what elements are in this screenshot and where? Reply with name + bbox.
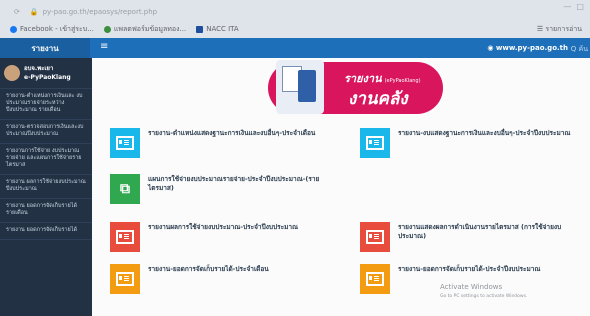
watermark-title: Activate Windows xyxy=(440,283,503,291)
address-bar[interactable]: ⟳ 🔒 py-pao.go.th/epaosys/report.php xyxy=(0,4,590,20)
facebook-icon xyxy=(10,25,17,33)
report-tile[interactable] xyxy=(110,222,140,252)
user-name: อบจ.พะเยา xyxy=(24,65,54,72)
report-card-label[interactable]: รายงานแสดงผลการดำเนินงานรายไตรมาส (การใช… xyxy=(398,223,588,241)
search-link[interactable]: Q ค้น xyxy=(571,44,588,55)
url-text[interactable]: py-pao.go.th/epaosys/report.php xyxy=(43,8,158,16)
copy-icon: ⧉ xyxy=(120,181,130,197)
bookmark-nacc[interactable]: NACC ITA xyxy=(196,25,239,33)
platform-icon xyxy=(103,25,111,33)
report-card[interactable]: ⧉ แผนการใช้จ่ายงบประมาณรายจ่าย-ประจำปีงบ… xyxy=(110,174,320,204)
bookmark-facebook[interactable]: Facebook - เข้าสู่ระบ... xyxy=(10,24,94,35)
brand-title[interactable]: รายงาน xyxy=(0,38,90,58)
main-content: รายงาน (ePyPaoKlang) งานคลัง รายงาน-ตำแหน… xyxy=(92,58,590,316)
lock-icon: 🔒 xyxy=(29,8,39,16)
reload-icon[interactable]: ⟳ xyxy=(14,8,20,16)
report-card-label[interactable]: แผนการใช้จ่ายงบประมาณรายจ่าย-ประจำปีงบปร… xyxy=(148,175,320,193)
finance-report-icon xyxy=(276,60,324,114)
user-subtitle: e-PyPaoKlang xyxy=(24,74,71,81)
reading-list[interactable]: ☰ รายการอ่าน xyxy=(537,24,582,35)
report-card-label[interactable]: รายงาน-ตำแหน่งแสดงฐานะการเงินและงบอื่นๆ-… xyxy=(148,129,315,138)
report-card[interactable]: รายงาน-ยอดการจัดเก็บรายได้-ประจำเดือน xyxy=(110,264,340,294)
calculator-icon xyxy=(298,70,316,102)
window-controls[interactable]: — □ xyxy=(563,2,584,11)
banner-subtitle: งานคลัง xyxy=(348,89,408,109)
report-card-label[interactable]: รายงาน-ยอดการจัดเก็บรายได้-ประจำปีงบประม… xyxy=(398,265,540,274)
report-card-label[interactable]: รายงาน-ยอดการจัดเก็บรายได้-ประจำเดือน xyxy=(148,265,269,274)
sidebar-item[interactable]: รายงาน-ตรวจสอบการเงินและงบประมาณปีงบประม… xyxy=(0,120,92,144)
report-tile[interactable] xyxy=(110,128,140,158)
document-icon xyxy=(116,230,134,244)
bookmark-platform[interactable]: แพลตฟอร์มข้อมูลทอง... xyxy=(103,24,186,35)
sidebar-item[interactable]: รายงานการใช้จ่าย งบประมาณรายจ่าย และแผนก… xyxy=(0,144,92,175)
watermark-sub: Go to PC settings to activate Windows. xyxy=(440,294,528,299)
document-icon xyxy=(116,272,134,286)
document-icon xyxy=(366,230,384,244)
sidebar-item[interactable]: รายงาน ยอดการจัดเก็บรายได้ xyxy=(0,223,92,240)
report-card[interactable]: รายงานผลการใช้จ่ายงบประมาณ-ประจำปีงบประม… xyxy=(110,222,340,252)
report-card[interactable]: รายงาน-ตำแหน่งแสดงฐานะการเงินและงบอื่นๆ-… xyxy=(110,128,340,158)
globe-icon: ◉ xyxy=(487,44,496,52)
report-tile[interactable] xyxy=(110,264,140,294)
document-icon xyxy=(366,136,384,150)
app-topbar: รายงาน ≡ ◉ www.py-pao.go.th Q ค้น xyxy=(0,38,590,58)
sidebar-item[interactable]: รายงาน-ตำแหน่งการเงินและ งบประมาณรายจ่าย… xyxy=(0,89,92,120)
document-icon xyxy=(366,272,384,286)
report-tile[interactable] xyxy=(360,222,390,252)
report-banner: รายงาน (ePyPaoKlang) งานคลัง xyxy=(268,60,443,114)
user-panel: อบจ.พะเยา e-PyPaoKlang xyxy=(0,58,92,89)
sidebar-item[interactable]: รายงาน ผลการใช้จ่ายงบประมาณ ปีงบประมาณ xyxy=(0,175,92,199)
report-card[interactable]: รายงาน-งบแสดงฐานะการเงินและงบอื่นๆ-ประจำ… xyxy=(360,128,588,158)
report-tile[interactable]: ⧉ xyxy=(110,174,140,204)
report-tile[interactable] xyxy=(360,264,390,294)
report-card-label[interactable]: รายงานผลการใช้จ่ายงบประมาณ-ประจำปีงบประม… xyxy=(148,223,298,232)
banner-title-small: (ePyPaoKlang) xyxy=(384,78,421,84)
avatar xyxy=(4,65,20,81)
document-icon xyxy=(116,136,134,150)
sidebar-item[interactable]: รายงาน ยอดการจัดเก็บรายได้ รายเดือน xyxy=(0,199,92,223)
hamburger-icon[interactable]: ≡ xyxy=(100,41,108,52)
report-tile[interactable] xyxy=(360,128,390,158)
sidebar: อบจ.พะเยา e-PyPaoKlang รายงาน-ตำแหน่งการ… xyxy=(0,58,92,316)
report-card[interactable]: รายงานแสดงผลการดำเนินงานรายไตรมาส (การใช… xyxy=(360,222,588,252)
nacc-icon xyxy=(196,25,204,33)
report-card-label[interactable]: รายงาน-งบแสดงฐานะการเงินและงบอื่นๆ-ประจำ… xyxy=(398,129,570,138)
site-link[interactable]: ◉ www.py-pao.go.th xyxy=(487,44,568,52)
browser-chrome: ⟳ 🔒 py-pao.go.th/epaosys/report.php — □ … xyxy=(0,0,590,38)
bookmark-bar: Facebook - เข้าสู่ระบ... แพลตฟอร์มข้อมูล… xyxy=(0,22,590,36)
activate-windows-watermark: Activate Windows Go to PC settings to ac… xyxy=(440,283,527,301)
